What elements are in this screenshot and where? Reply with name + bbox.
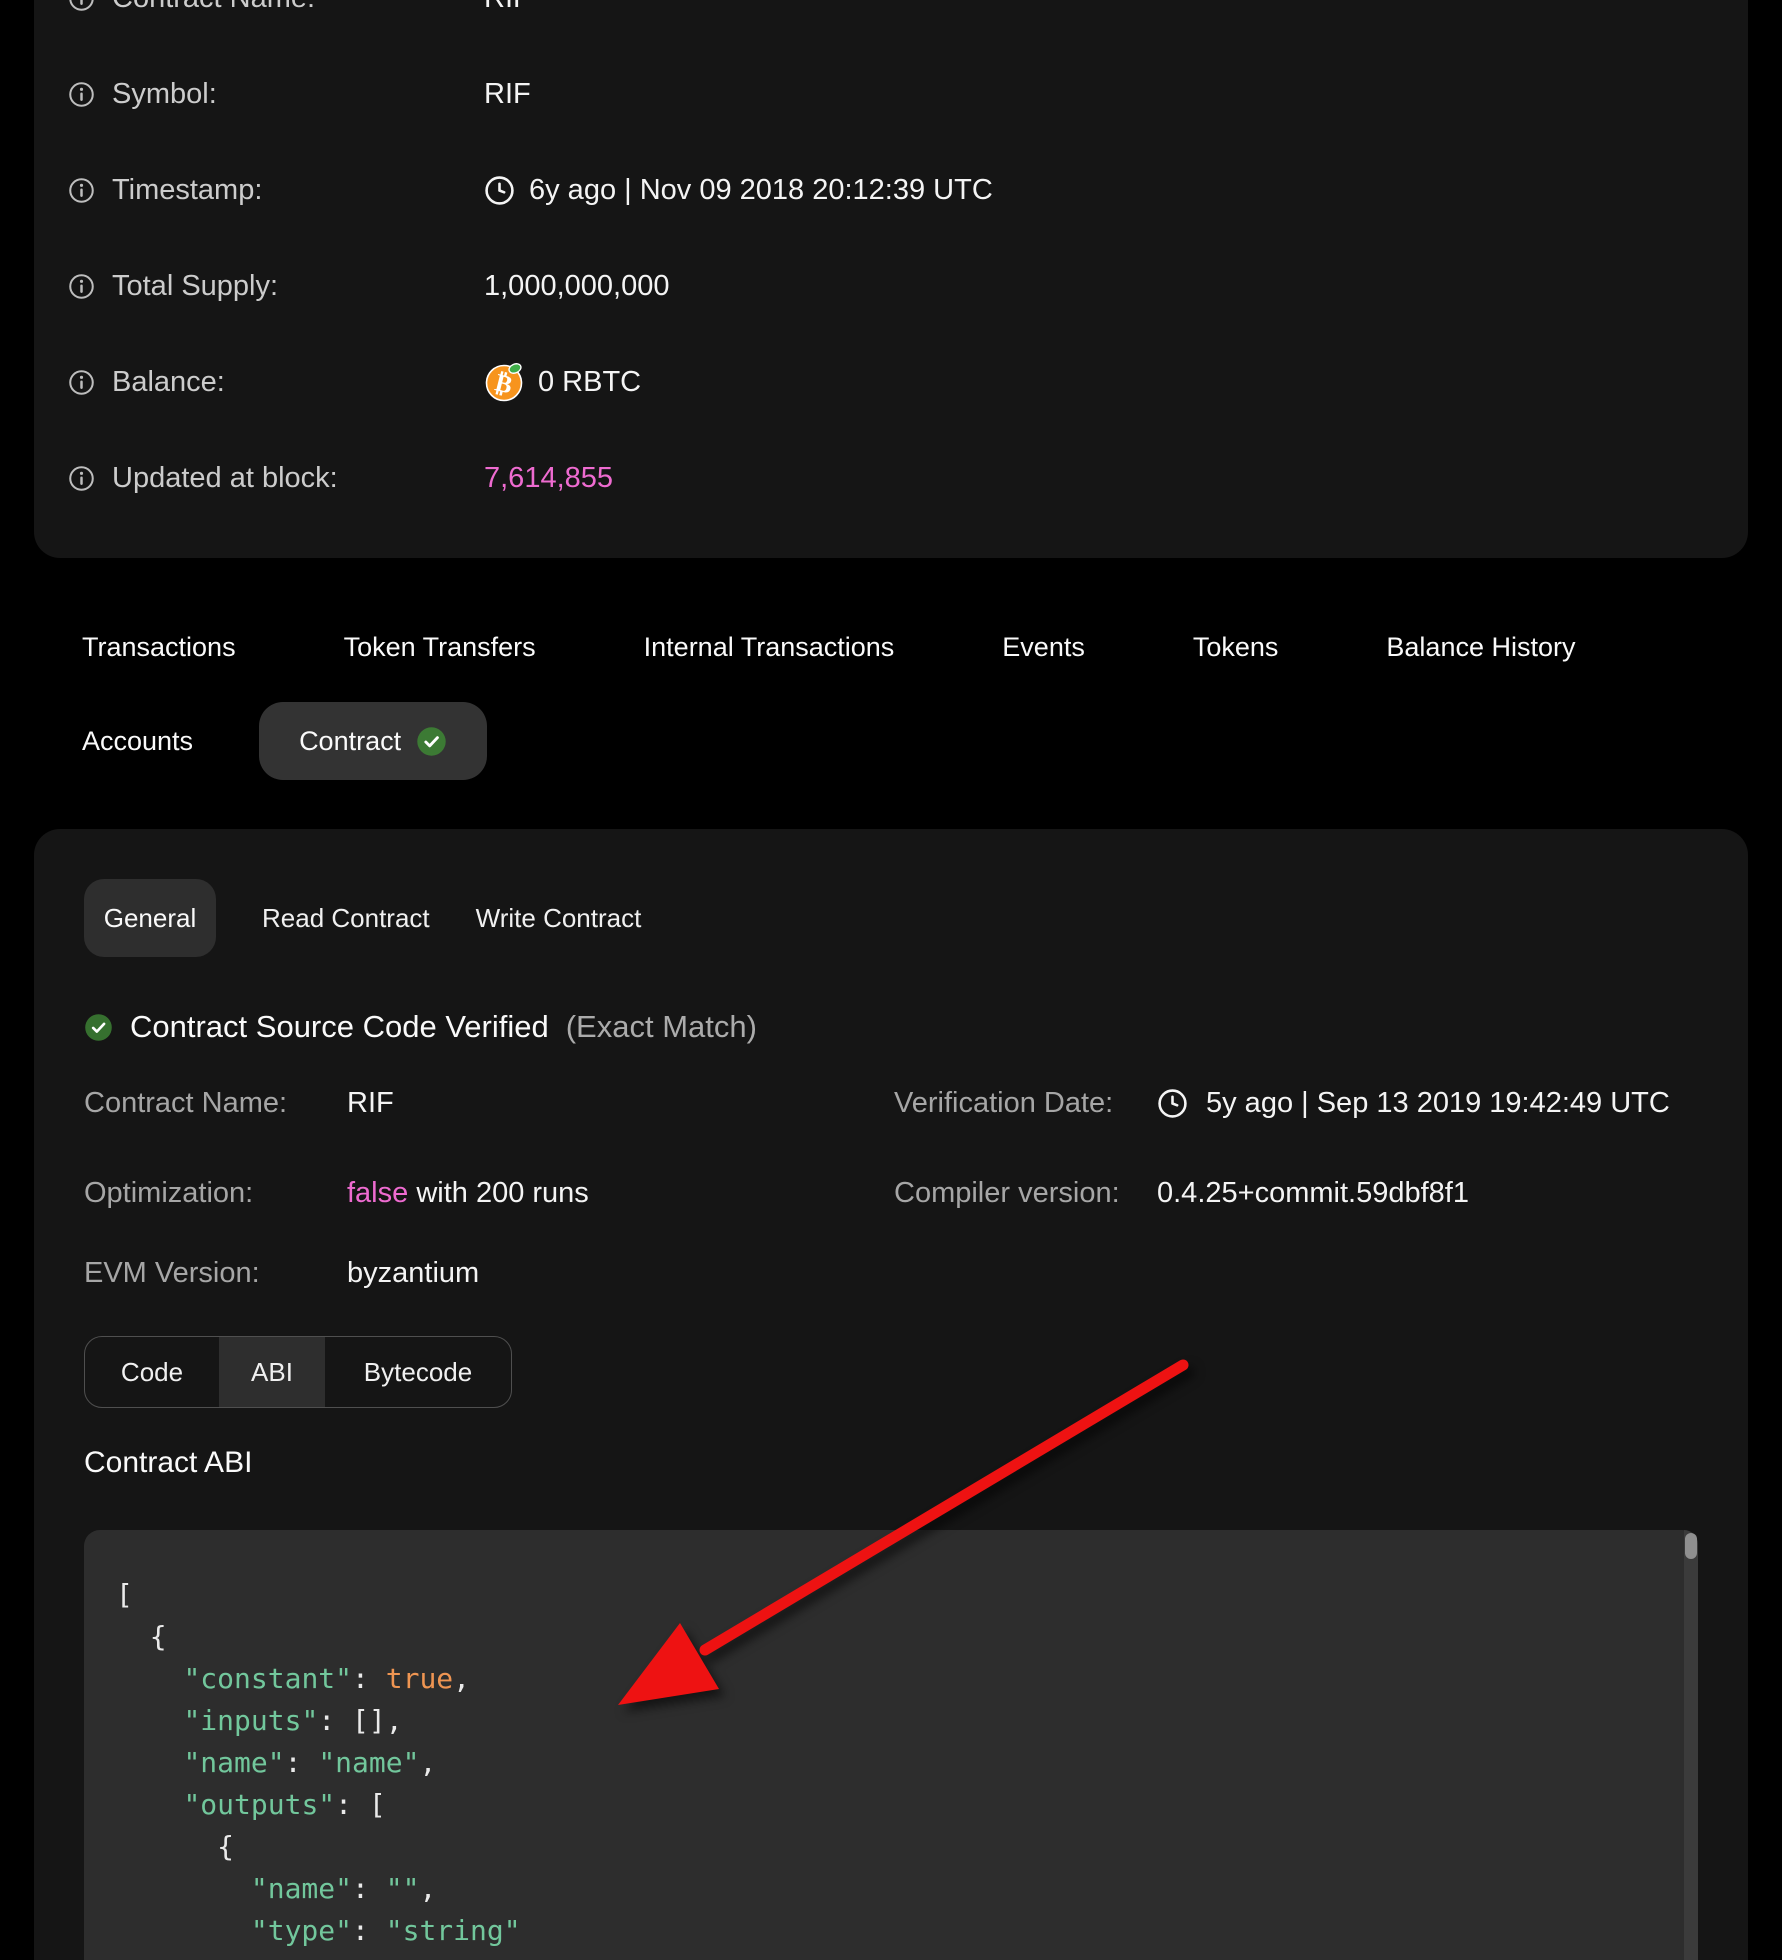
info-value: 1,000,000,000	[484, 270, 669, 303]
contract-details: Contract Name: RIF Verification Date: 5y…	[84, 1083, 1698, 1293]
segment-bytecode[interactable]: Bytecode	[325, 1337, 511, 1407]
abi-heading: Contract ABI	[84, 1445, 1698, 1481]
abi-code: [ { "constant": true, "inputs": [], "nam…	[116, 1574, 1658, 1952]
info-row-symbol: Symbol: RIF	[68, 46, 1714, 142]
balance-value: 0 RBTC	[538, 366, 641, 399]
clock-icon	[1157, 1088, 1188, 1119]
info-label: Timestamp:	[112, 174, 484, 207]
info-icon[interactable]	[68, 369, 95, 396]
abi-code-block[interactable]: [ { "constant": true, "inputs": [], "nam…	[84, 1530, 1698, 1960]
verified-banner: Contract Source Code Verified (Exact Mat…	[84, 1007, 1698, 1047]
tab-token-transfers[interactable]: Token Transfers	[344, 632, 536, 663]
info-value: RIF	[484, 78, 531, 111]
verified-title: Contract Source Code Verified	[130, 1009, 549, 1045]
verification-date-value: 5y ago | Sep 13 2019 19:42:49 UTC	[1157, 1083, 1670, 1123]
tab-contract-active[interactable]: Contract	[259, 702, 487, 780]
info-icon[interactable]	[68, 465, 95, 492]
tab-internal-transactions[interactable]: Internal Transactions	[644, 632, 895, 663]
token-info-card: Contract Name: RIF Symbol: RIF Timestamp…	[34, 0, 1748, 558]
info-label: Updated at block:	[112, 462, 484, 495]
info-value: 6y ago | Nov 09 2018 20:12:39 UTC	[484, 174, 993, 207]
verified-check-icon	[416, 726, 447, 757]
verified-check-icon	[84, 1013, 113, 1042]
evm-version-label: EVM Version:	[84, 1253, 347, 1293]
scrollbar-thumb[interactable]	[1685, 1533, 1697, 1559]
info-row-contract-name: Contract Name: RIF	[68, 0, 1714, 46]
updated-block-link[interactable]: 7,614,855	[484, 462, 613, 495]
evm-version-value: byzantium	[347, 1253, 479, 1293]
info-row-balance: Balance: ₿ 0 RBTC	[68, 334, 1714, 430]
detail-row-2: Optimization: false with 200 runs Compil…	[84, 1173, 1698, 1213]
clock-icon	[484, 175, 515, 206]
info-label: Total Supply:	[112, 270, 484, 303]
tab-tokens[interactable]: Tokens	[1193, 632, 1279, 663]
verification-date-label: Verification Date:	[894, 1083, 1157, 1123]
info-icon[interactable]	[68, 273, 95, 300]
info-row-timestamp: Timestamp: 6y ago | Nov 09 2018 20:12:39…	[68, 142, 1714, 238]
detail-row-1: Contract Name: RIF Verification Date: 5y…	[84, 1083, 1698, 1123]
info-icon[interactable]	[68, 81, 95, 108]
segment-code[interactable]: Code	[85, 1337, 219, 1407]
info-label: Contract Name:	[112, 0, 484, 15]
tab-accounts[interactable]: Accounts	[82, 726, 193, 757]
compiler-version-value: 0.4.25+commit.59dbf8f1	[1157, 1173, 1469, 1213]
info-icon[interactable]	[68, 0, 95, 12]
code-view-switch: Code ABI Bytecode	[84, 1336, 512, 1408]
tab-balance-history[interactable]: Balance History	[1386, 632, 1575, 663]
rbtc-icon: ₿	[484, 362, 524, 402]
info-label: Balance:	[112, 366, 484, 399]
tab-contract-label: Contract	[299, 726, 401, 757]
main-tab-bar: Transactions Token Transfers Internal Tr…	[34, 608, 1748, 780]
timestamp-value: 6y ago | Nov 09 2018 20:12:39 UTC	[529, 174, 993, 207]
tab-events[interactable]: Events	[1002, 632, 1085, 663]
tab-general-active[interactable]: General	[84, 879, 216, 957]
contract-name-value: RIF	[347, 1083, 394, 1123]
info-value: ₿ 0 RBTC	[484, 362, 641, 402]
tab-transactions[interactable]: Transactions	[82, 632, 236, 663]
contract-sub-tabs: General Read Contract Write Contract	[84, 879, 1698, 957]
optimization-label: Optimization:	[84, 1173, 347, 1213]
tab-row-2: Accounts Contract	[34, 702, 1748, 780]
detail-row-3: EVM Version: byzantium	[84, 1253, 1698, 1293]
tab-write-contract[interactable]: Write Contract	[476, 903, 642, 934]
tab-read-contract[interactable]: Read Contract	[262, 903, 430, 934]
info-row-updated-at-block: Updated at block: 7,614,855	[68, 430, 1714, 526]
info-value: RIF	[484, 0, 531, 15]
contract-panel: General Read Contract Write Contract Con…	[34, 829, 1748, 1960]
segment-abi-active[interactable]: ABI	[219, 1337, 325, 1407]
tab-row-1: Transactions Token Transfers Internal Tr…	[34, 608, 1748, 686]
token-contract-page: Contract Name: RIF Symbol: RIF Timestamp…	[0, 0, 1782, 1960]
verified-match-type: (Exact Match)	[566, 1009, 757, 1045]
info-row-total-supply: Total Supply: 1,000,000,000	[68, 238, 1714, 334]
compiler-version-label: Compiler version:	[894, 1173, 1157, 1213]
scrollbar-track	[1684, 1530, 1698, 1960]
contract-name-label: Contract Name:	[84, 1083, 347, 1123]
info-icon[interactable]	[68, 177, 95, 204]
optimization-flag: false	[347, 1177, 408, 1209]
info-label: Symbol:	[112, 78, 484, 111]
optimization-value: false with 200 runs	[347, 1173, 589, 1213]
